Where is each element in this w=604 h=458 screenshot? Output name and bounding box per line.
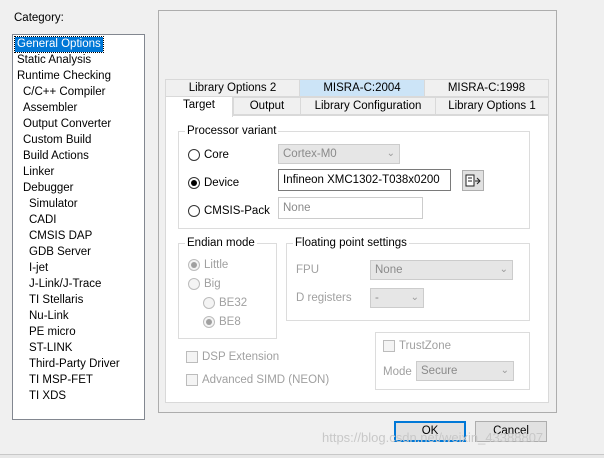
device-radio[interactable] [188, 177, 200, 189]
category-item[interactable]: General Options [14, 36, 104, 53]
fpu-select[interactable]: None ⌄ [370, 260, 513, 280]
trustzone-mode-value: Secure [421, 365, 458, 377]
chevron-down-icon: ⌄ [500, 365, 509, 376]
be8-radio[interactable] [203, 316, 215, 328]
core-label: Core [204, 149, 229, 161]
category-item[interactable]: GDB Server [27, 245, 93, 260]
tab-library-options-2[interactable]: Library Options 2 [165, 79, 300, 97]
window-bottom-edge [0, 454, 604, 458]
trustzone-checkbox[interactable] [383, 340, 395, 352]
device-label: Device [204, 177, 240, 189]
trustzone-mode-select[interactable]: Secure ⌄ [416, 361, 514, 381]
tab-library-options-1[interactable]: Library Options 1 [435, 97, 549, 115]
watermark: https://blog.csdn.net/weixin_43388807 [322, 430, 544, 445]
tab-misra-c-1998[interactable]: MISRA-C:1998 [424, 79, 549, 97]
dsp-extension-checkbox[interactable] [186, 351, 198, 363]
core-radio[interactable] [188, 149, 200, 161]
category-item[interactable]: CMSIS DAP [27, 229, 94, 244]
big-label: Big [204, 278, 221, 290]
category-item[interactable]: Output Converter [21, 117, 113, 132]
core-select-value: Cortex-M0 [283, 148, 337, 160]
trustzone-label: TrustZone [399, 340, 451, 352]
category-item[interactable]: Runtime Checking [15, 69, 113, 84]
device-browse-button[interactable] [462, 170, 484, 191]
mode-label: Mode [383, 366, 412, 378]
category-list[interactable]: General Options Static Analysis Runtime Ch… [12, 34, 145, 420]
category-item[interactable]: Custom Build [21, 133, 93, 148]
be8-label: BE8 [219, 316, 241, 328]
d-registers-select[interactable]: - ⌄ [370, 288, 424, 308]
category-item[interactable]: TI XDS [27, 389, 68, 404]
cmsis-pack-radio[interactable] [188, 205, 200, 217]
category-item[interactable]: TI Stellaris [27, 293, 85, 308]
category-item[interactable]: Nu-Link [27, 309, 71, 324]
core-select[interactable]: Cortex-M0 ⌄ [278, 144, 400, 164]
category-item[interactable]: C/C++ Compiler [21, 85, 107, 100]
fpu-label: FPU [296, 264, 319, 276]
floating-point-group: Floating point settings [286, 236, 530, 321]
cmsis-pack-label: CMSIS-Pack [204, 205, 270, 217]
category-item[interactable]: Linker [21, 165, 56, 180]
category-item[interactable]: Third-Party Driver [27, 357, 122, 372]
category-item[interactable]: Simulator [27, 197, 80, 212]
device-browse-icon [465, 174, 481, 187]
tab-target[interactable]: Target [165, 96, 233, 117]
floating-point-title: Floating point settings [293, 236, 409, 250]
little-radio[interactable] [188, 259, 200, 271]
device-field[interactable]: Infineon XMC1302-T038x0200 [278, 169, 451, 191]
little-label: Little [204, 259, 229, 271]
advanced-simd-checkbox[interactable] [186, 374, 198, 386]
big-radio[interactable] [188, 278, 200, 290]
category-item[interactable]: Assembler [21, 101, 79, 116]
cmsis-pack-field[interactable]: None [278, 197, 423, 219]
d-registers-select-value: - [375, 292, 379, 304]
advanced-simd-label: Advanced SIMD (NEON) [202, 374, 330, 386]
category-item[interactable]: J-Link/J-Trace [27, 277, 103, 292]
fpu-select-value: None [375, 264, 403, 276]
dsp-extension-label: DSP Extension [202, 351, 280, 363]
category-item[interactable]: Debugger [21, 181, 76, 196]
processor-variant-title: Processor variant [185, 124, 279, 138]
category-item[interactable]: Static Analysis [15, 53, 93, 68]
chevron-down-icon: ⌄ [386, 148, 395, 159]
category-item[interactable]: CADI [27, 213, 58, 228]
category-item[interactable]: PE micro [27, 325, 78, 340]
be32-label: BE32 [219, 297, 248, 309]
endian-mode-title: Endian mode [185, 236, 257, 250]
category-item[interactable]: I-jet [27, 261, 50, 276]
tab-misra-c-2004[interactable]: MISRA-C:2004 [299, 79, 425, 97]
chevron-down-icon: ⌄ [410, 292, 419, 303]
category-item[interactable]: ST-LINK [27, 341, 74, 356]
category-item[interactable]: TI MSP-FET [27, 373, 95, 388]
tab-output[interactable]: Output [233, 97, 301, 115]
category-label: Category: [14, 12, 64, 24]
chevron-down-icon: ⌄ [499, 264, 508, 275]
tab-library-configuration[interactable]: Library Configuration [300, 97, 436, 115]
d-registers-label: D registers [296, 292, 352, 304]
be32-radio[interactable] [203, 297, 215, 309]
category-item[interactable]: Build Actions [21, 149, 91, 164]
